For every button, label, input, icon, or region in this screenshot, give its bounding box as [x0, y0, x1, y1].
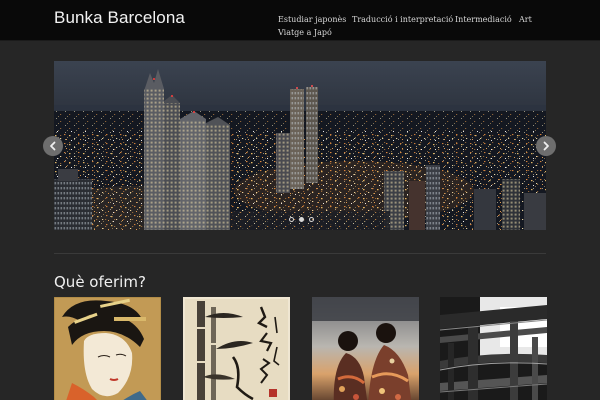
- site-title-link[interactable]: Bunka Barcelona: [54, 8, 185, 28]
- ukiyoe-portrait-image: [54, 297, 161, 400]
- slider-pagination: [289, 217, 319, 223]
- nav-item-estudiar-japones[interactable]: Estudiar japonès: [278, 15, 346, 24]
- nav-item-intermediacio[interactable]: Intermediació: [455, 15, 512, 24]
- calligraphy-artwork-image: [183, 297, 290, 400]
- slider-dot-3[interactable]: [309, 217, 314, 222]
- section-divider: [54, 253, 546, 254]
- service-thumbnail-kimono[interactable]: [312, 297, 419, 400]
- slider-dot-2[interactable]: [299, 217, 304, 222]
- slider-prev-button[interactable]: [43, 136, 63, 156]
- highway-overpass-image: [440, 297, 547, 400]
- page: Bunka Barcelona Estudiar japonès Traducc…: [0, 0, 600, 400]
- nav-item-art[interactable]: Art: [519, 15, 532, 24]
- nav-item-viatge-a-japo[interactable]: Viatge a Japó: [278, 28, 332, 37]
- site-header: Bunka Barcelona Estudiar japonès Traducc…: [0, 0, 600, 41]
- kimono-girls-image: [312, 297, 419, 400]
- chevron-right-icon: [543, 141, 549, 151]
- slider-next-button[interactable]: [536, 136, 556, 156]
- services-heading: Què oferim?: [54, 273, 146, 291]
- service-thumbnail-ukiyoe[interactable]: [54, 297, 161, 400]
- nav-item-traduccio[interactable]: Traducció i interpretació: [352, 15, 453, 24]
- tokyo-night-skyline-image: [54, 61, 546, 230]
- hero-slider[interactable]: [54, 61, 546, 230]
- service-thumbnail-calligraphy[interactable]: [183, 297, 290, 400]
- chevron-left-icon: [50, 141, 56, 151]
- service-thumbnail-highway[interactable]: [440, 297, 547, 400]
- slider-dot-1[interactable]: [289, 217, 294, 222]
